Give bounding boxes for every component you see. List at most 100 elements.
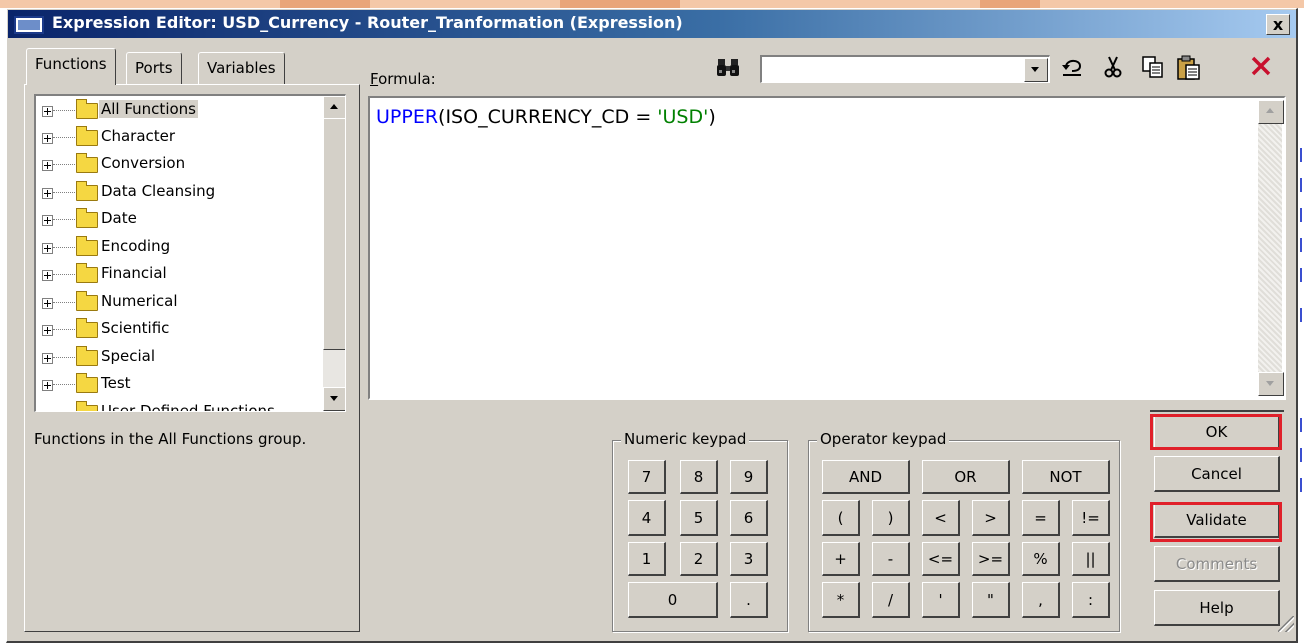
folder-icon xyxy=(76,208,98,228)
key-single-quote[interactable]: ' xyxy=(922,582,960,618)
scroll-up-button[interactable] xyxy=(323,96,345,120)
key-minus[interactable]: - xyxy=(872,542,910,576)
arrow-up-icon xyxy=(1266,108,1274,113)
key-9[interactable]: 9 xyxy=(730,460,768,494)
key-greater-than[interactable]: > xyxy=(972,500,1010,536)
scroll-thumb[interactable] xyxy=(323,118,345,350)
expand-icon[interactable] xyxy=(42,188,53,199)
chevron-down-icon xyxy=(1031,67,1039,72)
key-8[interactable]: 8 xyxy=(680,460,718,494)
tree-item-numerical[interactable]: Numerical xyxy=(36,289,326,316)
formula-editor[interactable]: UPPER(ISO_CURRENCY_CD = 'USD') xyxy=(368,96,1286,400)
background-canvas-edge xyxy=(1298,8,1304,643)
tree-item-label: Conversion xyxy=(101,154,186,172)
tree-item-all-functions[interactable]: All Functions xyxy=(36,97,326,124)
tab-functions[interactable]: Functions xyxy=(26,48,116,85)
arrow-up-icon xyxy=(330,104,338,109)
search-dropdown-button[interactable] xyxy=(1024,58,1048,82)
expand-icon[interactable] xyxy=(42,215,53,226)
tree-item-character[interactable]: Character xyxy=(36,124,326,151)
expand-icon[interactable] xyxy=(42,243,53,254)
tree-item-scientific[interactable]: Scientific xyxy=(36,316,326,343)
key-double-quote[interactable]: " xyxy=(972,582,1010,618)
function-description: Functions in the All Functions group. xyxy=(34,430,307,448)
expand-icon[interactable] xyxy=(42,160,53,171)
expand-icon[interactable] xyxy=(42,380,53,391)
expand-icon[interactable] xyxy=(42,325,53,336)
ok-button-default-frame xyxy=(1150,410,1284,412)
key-not[interactable]: NOT xyxy=(1022,460,1110,494)
folder-icon xyxy=(76,236,98,256)
tree-item-label: Test xyxy=(101,374,131,392)
expand-icon[interactable] xyxy=(42,270,53,281)
key-close-paren[interactable]: ) xyxy=(872,500,910,536)
key-not-equals[interactable]: != xyxy=(1072,500,1110,536)
tree-item-test[interactable]: Test xyxy=(36,371,326,398)
key-0[interactable]: 0 xyxy=(628,582,718,618)
expand-icon[interactable] xyxy=(42,133,53,144)
tree-item-encoding[interactable]: Encoding xyxy=(36,234,326,261)
paste-icon[interactable] xyxy=(1174,55,1204,83)
expand-icon[interactable] xyxy=(42,106,53,117)
key-7[interactable]: 7 xyxy=(628,460,666,494)
key-divide[interactable]: / xyxy=(872,582,910,618)
formula-scroll-down-button[interactable] xyxy=(1258,372,1284,396)
key-concat[interactable]: || xyxy=(1072,542,1110,576)
tree-item-label: Scientific xyxy=(101,319,170,337)
key-colon[interactable]: : xyxy=(1072,582,1110,618)
cut-icon[interactable] xyxy=(1098,55,1128,83)
key-greater-equal[interactable]: >= xyxy=(972,542,1010,576)
folder-icon xyxy=(76,291,98,311)
tree-item-conversion[interactable]: Conversion xyxy=(36,151,326,178)
find-binoculars-icon[interactable] xyxy=(716,57,740,84)
formula-text[interactable]: UPPER(ISO_CURRENCY_CD = 'USD') xyxy=(376,106,716,128)
arrow-down-icon xyxy=(330,396,338,401)
key-plus[interactable]: + xyxy=(822,542,860,576)
formula-scrollbar[interactable] xyxy=(1258,100,1284,396)
key-modulo[interactable]: % xyxy=(1022,542,1060,576)
copy-icon[interactable] xyxy=(1138,55,1168,83)
delete-icon[interactable] xyxy=(1246,55,1276,83)
key-2[interactable]: 2 xyxy=(680,542,718,576)
tree-item-financial[interactable]: Financial xyxy=(36,261,326,288)
key-decimal[interactable]: . xyxy=(730,582,768,618)
scroll-down-button[interactable] xyxy=(323,387,345,411)
tree-item-label: Data Cleansing xyxy=(101,182,216,200)
folder-icon xyxy=(76,181,98,201)
comments-button[interactable]: Comments xyxy=(1154,546,1280,582)
expand-icon[interactable] xyxy=(42,298,53,309)
key-and[interactable]: AND xyxy=(822,460,910,494)
tree-item-date[interactable]: Date xyxy=(36,206,326,233)
tab-variables[interactable]: Variables xyxy=(198,52,285,84)
folder-icon xyxy=(76,318,98,338)
key-multiply[interactable]: * xyxy=(822,582,860,618)
key-less-equal[interactable]: <= xyxy=(922,542,960,576)
key-6[interactable]: 6 xyxy=(730,500,768,536)
key-equals[interactable]: = xyxy=(1022,500,1060,536)
key-open-paren[interactable]: ( xyxy=(822,500,860,536)
tab-ports[interactable]: Ports xyxy=(126,52,182,84)
close-button[interactable]: x xyxy=(1266,14,1290,35)
key-comma[interactable]: , xyxy=(1022,582,1060,618)
formula-close-token: ) xyxy=(708,106,716,128)
key-or[interactable]: OR xyxy=(922,460,1010,494)
tree-item-user-defined-functions[interactable]: User Defined Functions xyxy=(36,399,326,411)
tree-item-label: Encoding xyxy=(101,237,171,255)
key-1[interactable]: 1 xyxy=(628,542,666,576)
functions-tree[interactable]: All Functions Character Conversion Data … xyxy=(34,94,346,412)
undo-icon[interactable] xyxy=(1058,55,1088,83)
key-3[interactable]: 3 xyxy=(730,542,768,576)
formula-label: Formula: xyxy=(370,70,436,88)
help-button[interactable]: Help xyxy=(1154,590,1280,626)
key-less-than[interactable]: < xyxy=(922,500,960,536)
tree-item-special[interactable]: Special xyxy=(36,344,326,371)
cancel-button[interactable]: Cancel xyxy=(1154,456,1280,492)
search-combo[interactable] xyxy=(760,55,1050,83)
key-4[interactable]: 4 xyxy=(628,500,666,536)
formula-scroll-up-button[interactable] xyxy=(1258,100,1284,124)
resize-grip[interactable] xyxy=(1278,616,1294,632)
expand-icon[interactable] xyxy=(42,353,53,364)
tree-scrollbar[interactable] xyxy=(323,96,345,411)
tree-item-data-cleansing[interactable]: Data Cleansing xyxy=(36,179,326,206)
key-5[interactable]: 5 xyxy=(680,500,718,536)
